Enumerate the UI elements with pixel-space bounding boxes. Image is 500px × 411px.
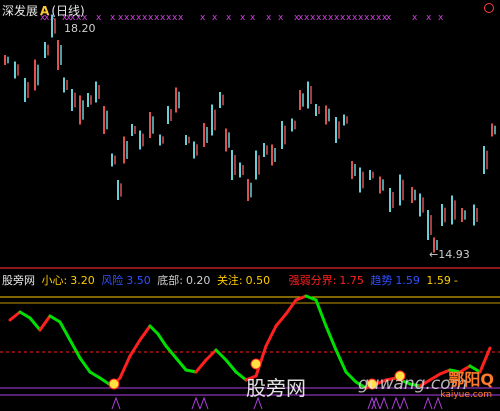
caution-value: 3.20: [70, 274, 95, 287]
watch-label: 关注:: [216, 274, 243, 287]
signal-mark: x: [178, 13, 184, 23]
chart-stage: xxxxxxxxxxxxxxxxxxxxxxxxxxxxxxxxxxxxxxxx…: [0, 0, 500, 411]
trend-dash: -: [453, 274, 458, 287]
oscillator-segment: [156, 332, 168, 348]
oscillator-segment: [344, 370, 358, 384]
signal-mark: x: [110, 13, 116, 23]
bottom-signal: [379, 396, 389, 410]
oscillator-segment: [68, 338, 82, 360]
oscillator-segment: [224, 358, 238, 374]
bottom-signal: [371, 396, 381, 410]
stock-name: 深发展: [2, 4, 39, 18]
oscillator-segment: [274, 312, 288, 328]
caution-label: 小心:: [41, 274, 68, 287]
low-price-value: 14.93: [438, 248, 470, 261]
signal-mark: x: [250, 13, 256, 23]
oscillator-segment: [184, 368, 198, 374]
watch-value: 0.50: [245, 274, 271, 287]
risk-label: 风险: [101, 274, 124, 287]
signal-mark: x: [278, 13, 284, 23]
buy-signal: [108, 378, 120, 390]
bottom-label: 底部:: [157, 274, 183, 287]
bottom-value: 0.20: [185, 274, 211, 287]
stock-flag: A: [40, 4, 50, 18]
oscillator-segment: [324, 324, 338, 352]
oscillator-segment: [334, 348, 348, 374]
site-logo: 鄂阳Q kaiyue.com: [438, 366, 498, 408]
oscillator-segment: [118, 354, 132, 380]
signal-mark: x: [412, 13, 418, 23]
oscillator-segment: [314, 298, 328, 328]
bound-value: 1.75: [339, 274, 364, 287]
oscillator-segment: [38, 314, 52, 332]
low-price-label: ←14.93: [429, 248, 470, 261]
panel-divider: [0, 267, 500, 269]
trend-value: 1.59: [395, 274, 420, 287]
bottom-signal: [111, 396, 121, 410]
signal-mark: x: [426, 13, 432, 23]
oscillator-segment: [78, 356, 92, 374]
oscillator-segment: [58, 320, 72, 342]
oscillator-segment: [28, 316, 42, 332]
buy-signal: [250, 358, 262, 370]
signal-mark: x: [200, 13, 206, 23]
bound-label: 强弱分界:: [288, 274, 337, 287]
trend-value2: 1.59: [426, 274, 451, 287]
bottom-signal: [399, 396, 409, 410]
signal-mark: x: [266, 13, 272, 23]
logo-main: 鄂阳Q: [448, 370, 494, 389]
high-price-label: 18.20: [64, 22, 96, 35]
oscillator-segment: [234, 370, 248, 382]
oscillator-segment: [8, 310, 22, 322]
settings-icon[interactable]: [484, 3, 494, 13]
risk-value: 3.50: [126, 274, 151, 287]
oscillator-segment: [128, 338, 142, 358]
trend-label: 趋势: [370, 274, 393, 287]
signal-mark: x: [386, 13, 392, 23]
signal-mark: x: [96, 13, 102, 23]
bottom-signal: [391, 396, 401, 410]
bottom-signal: [367, 396, 377, 410]
indicator-source: 股旁网: [2, 274, 35, 287]
indicator-legend: 股旁网 小心: 3.20 风险 3.50 底部: 0.20 关注: 0.50 强弱分界:…: [2, 272, 461, 288]
period-label: (日线): [51, 4, 85, 18]
bottom-signal: [423, 396, 433, 410]
oscillator-segment: [48, 314, 62, 324]
bottom-signal: [199, 396, 209, 410]
signal-mark: x: [212, 13, 218, 23]
oscillator-segment: [88, 370, 102, 380]
price-chart[interactable]: xx xxx x x x x x x x x x x x x x x x x x x x x x x xx x x x x x x x x x x x…: [0, 0, 500, 411]
bottom-signal: [191, 396, 201, 410]
oscillator-segment: [284, 298, 298, 316]
watermark-text: 股旁网: [246, 376, 306, 400]
oscillator-segment: [18, 310, 32, 320]
signal-mark: x: [438, 13, 444, 23]
oscillator-segment: [174, 356, 188, 372]
oscillator-segment: [148, 324, 160, 336]
logo-sub: kaiyue.com: [440, 390, 492, 400]
oscillator-segment: [194, 358, 208, 374]
chart-title: 深发展 A (日线): [2, 2, 85, 19]
oscillator-segment: [138, 324, 152, 342]
signal-mark: x: [226, 13, 232, 23]
signal-mark: x: [240, 13, 246, 23]
oscillator-segment: [264, 324, 278, 348]
